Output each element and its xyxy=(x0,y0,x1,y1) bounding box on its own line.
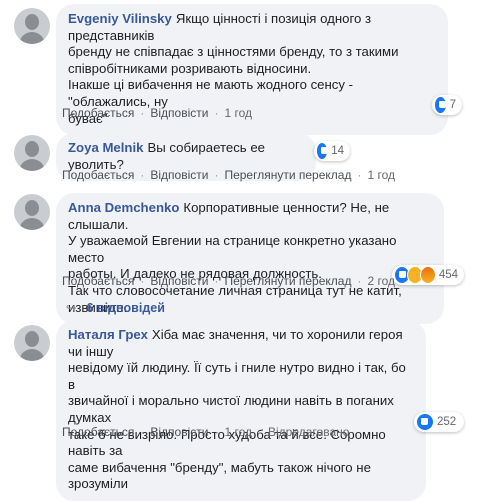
comment-time[interactable]: 2 год xyxy=(367,274,395,288)
replies-count[interactable]: 6 відповідей xyxy=(86,301,164,315)
comment-text-line: невідому їй людину. Її суть і гниле нутр… xyxy=(68,360,406,392)
avatar[interactable] xyxy=(14,325,50,361)
reactions-badge[interactable]: 454 xyxy=(392,265,464,285)
comment-time[interactable]: 1 год xyxy=(224,425,252,439)
edited-label[interactable]: Відредаговано xyxy=(268,425,349,439)
comment-bubble: Наталя Грех Хіба має значення, чи то хоро… xyxy=(56,320,426,501)
comment-actions: Подобається · Відповісти · 1 год xyxy=(62,106,252,120)
like-reaction-icon xyxy=(316,142,329,160)
translate-button[interactable]: Переглянути переклад xyxy=(224,274,351,288)
like-button[interactable]: Подобається xyxy=(62,168,134,182)
reply-button[interactable]: Відповісти xyxy=(150,168,208,182)
like-reaction-icon xyxy=(416,413,434,431)
comment-text-line: співробітниками розривають відносини. xyxy=(68,60,312,76)
comment-text-line: бренду не співпадає з цінностями бренду,… xyxy=(68,44,399,60)
comment-time[interactable]: 1 год xyxy=(224,106,252,120)
reply-button[interactable]: Відповісти xyxy=(150,274,208,288)
like-button[interactable]: Подобається xyxy=(62,425,134,439)
reply-button[interactable]: Відповісти xyxy=(150,106,208,120)
comment-actions: Подобається · Відповісти · Переглянути перек… xyxy=(62,274,396,288)
reaction-count: 7 xyxy=(449,99,456,111)
comment-text-line: У уважаемой Евгении на странице конкретн… xyxy=(68,233,397,265)
reaction-count: 252 xyxy=(437,416,457,428)
comment-author[interactable]: Наталя Грех xyxy=(68,327,148,342)
angry-reaction-icon xyxy=(419,266,436,284)
comment-text-line: звичайної і морально чистої людини навіт… xyxy=(68,393,394,425)
translate-button[interactable]: Переглянути переклад xyxy=(224,168,351,182)
like-button[interactable]: Подобається xyxy=(62,274,134,288)
comment-actions: Подобається · Відповісти · Переглянути перек… xyxy=(62,168,396,182)
reply-arrow-icon: ↪ xyxy=(66,301,77,315)
like-reaction-icon xyxy=(434,96,447,114)
comment-author[interactable]: Zoya Melnik xyxy=(68,140,143,155)
reaction-count: 454 xyxy=(438,269,458,281)
reactions-badge[interactable]: 14 xyxy=(314,141,350,161)
reactions-badge[interactable]: 7 xyxy=(432,95,462,115)
reply-button[interactable]: Відповісти xyxy=(150,425,208,439)
avatar[interactable] xyxy=(14,135,50,171)
view-replies-link[interactable]: ↪ 6 відповідей xyxy=(66,300,165,315)
avatar[interactable] xyxy=(14,194,50,230)
comment-text-line: саме вибачення "бренду", мабуть також ні… xyxy=(68,459,371,492)
comment-author[interactable]: Anna Demchenko xyxy=(68,200,179,215)
avatar[interactable] xyxy=(14,8,50,44)
like-button[interactable]: Подобається xyxy=(62,106,134,120)
reaction-count: 14 xyxy=(331,145,344,157)
comment-author[interactable]: Evgeniy Vilinsky xyxy=(68,11,172,26)
comment-actions: Подобається · Відповісти · 1 год · Відредагова… xyxy=(62,425,350,439)
reactions-badge[interactable]: 252 xyxy=(414,412,464,432)
comment-time[interactable]: 1 год xyxy=(367,168,395,182)
